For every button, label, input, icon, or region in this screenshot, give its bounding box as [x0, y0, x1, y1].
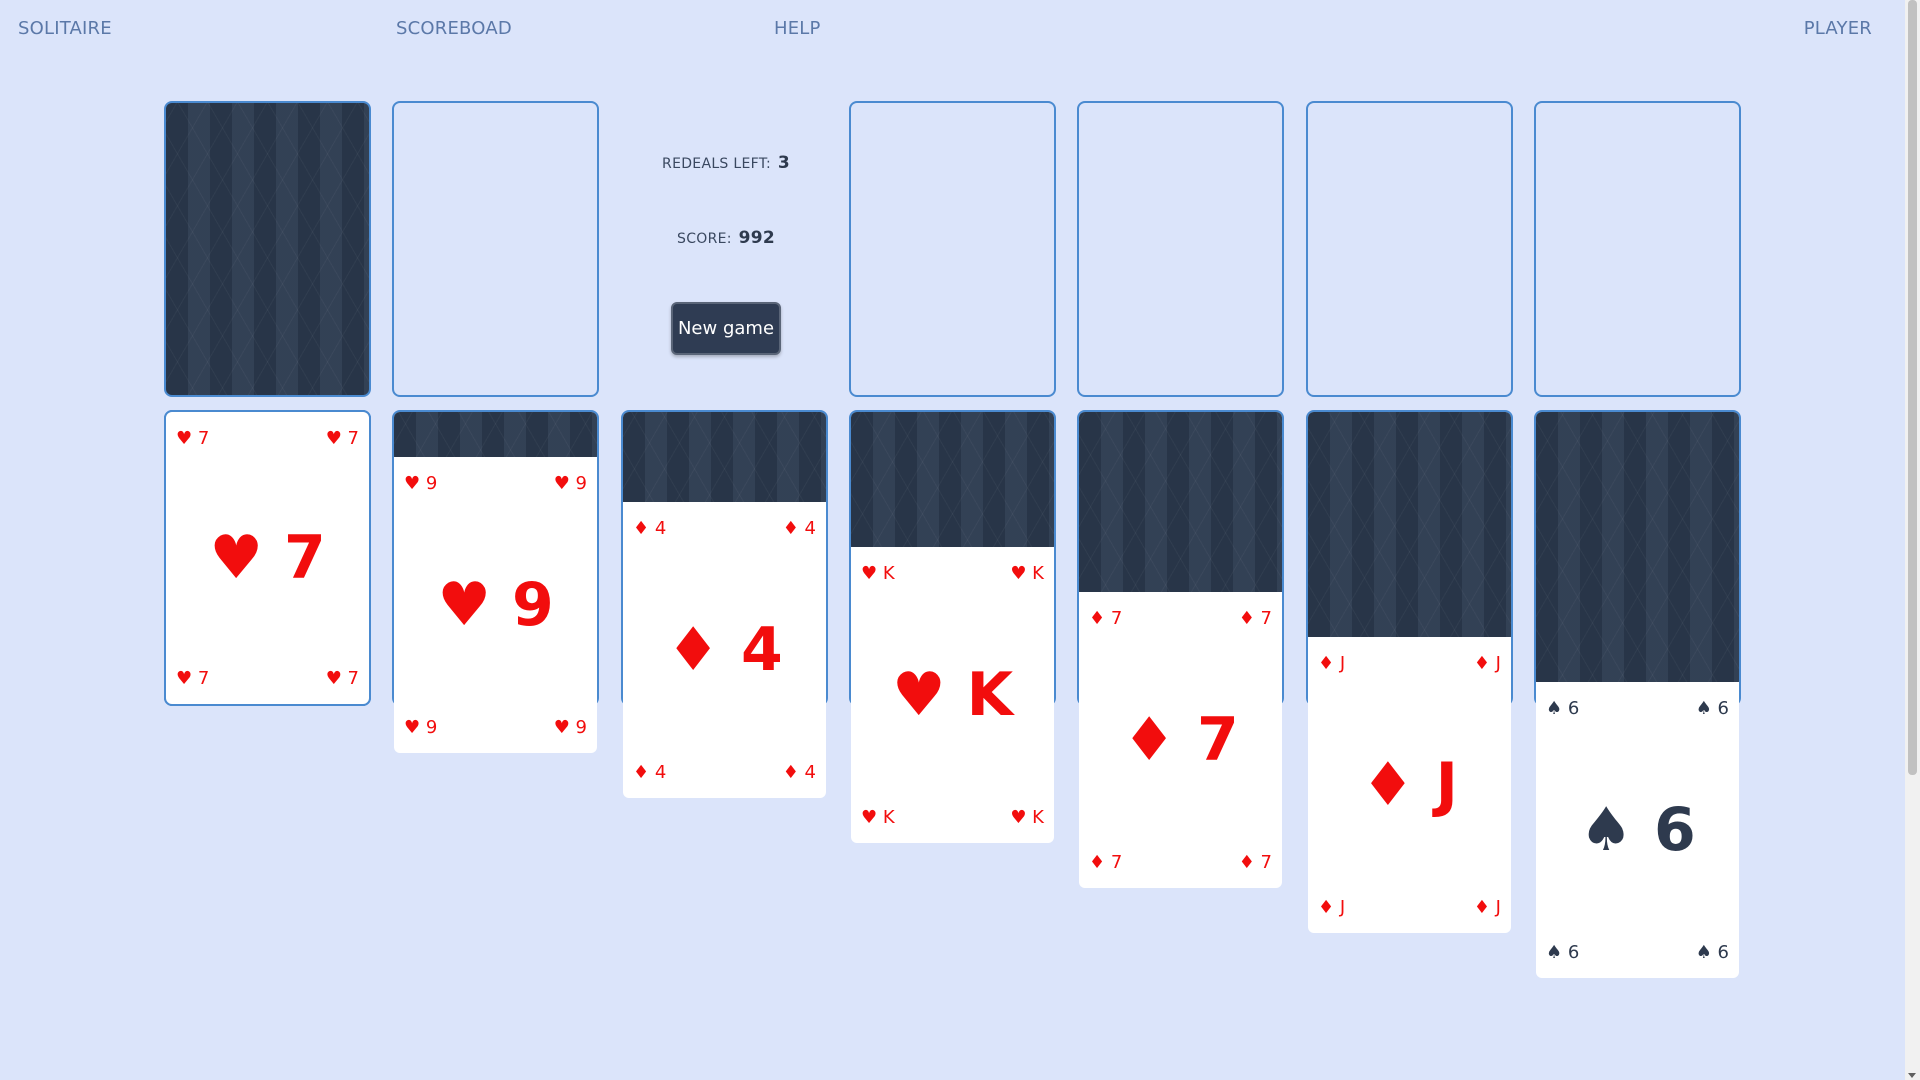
- card-center-label: ♠ 6: [1579, 795, 1696, 865]
- card-center-label: ♦ J: [1360, 750, 1458, 820]
- playing-card[interactable]: ♥ K ♥ K ♥ K ♥ K ♥ K: [851, 547, 1054, 843]
- redeals-value: 3: [777, 153, 790, 173]
- scrollbar[interactable]: [1905, 0, 1920, 1080]
- foundation-3[interactable]: [1306, 101, 1513, 397]
- playing-card[interactable]: ♦ J ♦ J ♦ J ♦ J ♦ J: [1308, 637, 1511, 933]
- scroll-down-arrow-icon[interactable]: [1908, 1073, 1916, 1078]
- redeals-counter: REDEALS LEFT: 3: [621, 153, 831, 173]
- tableau-column-6[interactable]: ♦ J ♦ J ♦ J ♦ J ♦ J: [1306, 410, 1513, 933]
- card-center-label: ♦ 4: [666, 615, 783, 685]
- face-down-cards: [623, 412, 826, 502]
- playing-card[interactable]: ♥ 7 ♥ 7 ♥ 7 ♥ 7 ♥ 7: [164, 410, 371, 706]
- foundation-4[interactable]: [1534, 101, 1741, 397]
- nav-solitaire[interactable]: SOLITAIRE: [18, 18, 112, 39]
- tableau-column-7[interactable]: ♠ 6 ♠ 6 ♠ 6 ♠ 6 ♠ 6: [1534, 410, 1741, 978]
- playing-card[interactable]: ♠ 6 ♠ 6 ♠ 6 ♠ 6 ♠ 6: [1536, 682, 1739, 978]
- redeals-label: REDEALS LEFT:: [662, 156, 772, 172]
- face-down-cards: [1308, 412, 1511, 637]
- face-down-cards: [1536, 412, 1739, 682]
- tableau-column-5[interactable]: ♦ 7 ♦ 7 ♦ 7 ♦ 7 ♦ 7: [1077, 410, 1284, 888]
- waste-pile[interactable]: [392, 101, 599, 397]
- card-center-label: ♥ K: [891, 660, 1014, 730]
- tableau-column-3[interactable]: ♦ 4 ♦ 4 ♦ 4 ♦ 4 ♦ 4: [621, 410, 828, 798]
- tableau-column-1[interactable]: ♥ 7 ♥ 7 ♥ 7 ♥ 7 ♥ 7: [164, 410, 371, 706]
- card-center-label: ♦ 7: [1122, 705, 1239, 775]
- nav-scoreboard[interactable]: SCOREBOAD: [396, 18, 512, 39]
- stock-pile[interactable]: [164, 101, 371, 397]
- scrollbar-thumb[interactable]: [1908, 0, 1917, 775]
- tableau-column-4[interactable]: ♥ K ♥ K ♥ K ♥ K ♥ K: [849, 410, 1056, 843]
- playing-card[interactable]: ♥ 9 ♥ 9 ♥ 9 ♥ 9 ♥ 9: [394, 457, 597, 753]
- face-down-cards: [851, 412, 1054, 547]
- tableau-column-2[interactable]: ♥ 9 ♥ 9 ♥ 9 ♥ 9 ♥ 9: [392, 410, 599, 753]
- score-label: SCORE:: [677, 231, 732, 247]
- card-center-label: ♥ 9: [437, 570, 554, 640]
- foundation-2[interactable]: [1077, 101, 1284, 397]
- score-display: SCORE: 992: [621, 228, 831, 248]
- card-center-label: ♥ 7: [209, 523, 326, 593]
- foundation-1[interactable]: [849, 101, 1056, 397]
- playing-card[interactable]: ♦ 7 ♦ 7 ♦ 7 ♦ 7 ♦ 7: [1079, 592, 1282, 888]
- new-game-button[interactable]: New game: [671, 302, 781, 355]
- face-down-cards: [394, 412, 597, 457]
- score-value: 992: [738, 228, 775, 248]
- nav-player[interactable]: PLAYER: [1804, 18, 1872, 39]
- face-down-cards: [1079, 412, 1282, 592]
- nav-help[interactable]: HELP: [774, 18, 821, 39]
- playing-card[interactable]: ♦ 4 ♦ 4 ♦ 4 ♦ 4 ♦ 4: [623, 502, 826, 798]
